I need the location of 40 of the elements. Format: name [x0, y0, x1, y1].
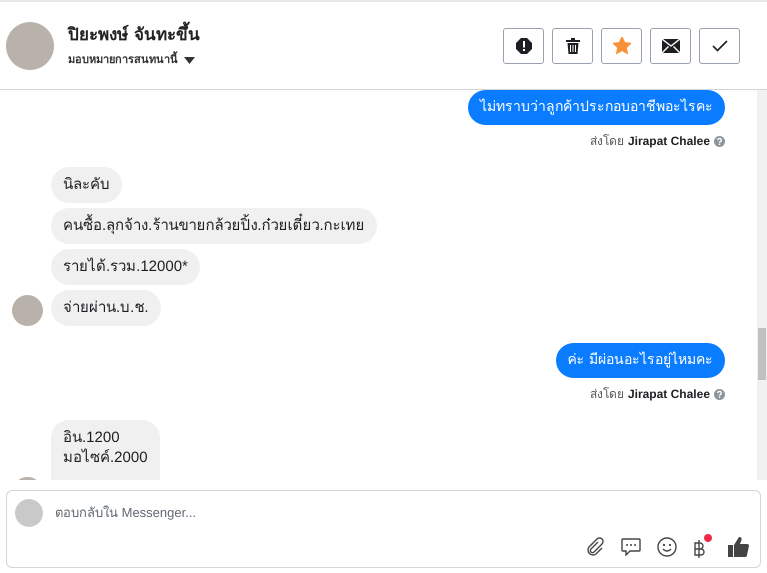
message-bubble: ไม่ทราบว่าลูกค้าประกอบอาชีพอะไรคะ: [468, 90, 725, 125]
sender-label: ส่งโดย: [590, 386, 624, 403]
caret-icon: [184, 56, 195, 64]
speech-bubble-icon: [621, 538, 641, 556]
message-bubble: จ่ายผ่าน.บ.ช.: [51, 290, 161, 326]
attach-button[interactable]: [585, 536, 605, 556]
help-icon[interactable]: [714, 136, 725, 146]
thumbs-up-icon: [728, 536, 750, 557]
scrollbar[interactable]: [757, 90, 767, 480]
done-button[interactable]: [699, 28, 740, 64]
contact-name: ปิยะพงษ์ จันทะขึ้น: [68, 22, 200, 48]
like-button[interactable]: [728, 536, 750, 557]
trash-icon: [566, 38, 580, 54]
alert-icon: [516, 38, 532, 54]
avatar: [15, 499, 43, 527]
message-line: อิน.1200: [63, 428, 121, 448]
saved-reply-button[interactable]: [621, 538, 641, 556]
mail-button[interactable]: [650, 28, 691, 64]
checkmark-icon: [712, 40, 728, 52]
sender-label: ส่งโดย: [590, 133, 624, 150]
paperclip-icon: [585, 536, 605, 556]
sender-name: Jirapat Chalee: [628, 133, 710, 150]
message-line: มอไซค์.2000: [63, 448, 148, 468]
assign-conversation-dropdown[interactable]: มอบหมายการสนทนานี้: [68, 52, 200, 68]
emoji-icon: [657, 536, 677, 556]
baht-icon: [693, 539, 705, 559]
help-icon[interactable]: [714, 388, 725, 400]
star-button[interactable]: [601, 28, 642, 64]
envelope-icon: [662, 38, 680, 52]
message-bubble: คนซื้อ.ลุกจ้าง.ร้านขายกล้วยปิ้ง.ก๋วยเตี๋ยว.กะเทย: [51, 208, 377, 244]
message-bubble: ค่ะ มีผ่อนอะไรอยู่ไหมคะ: [556, 343, 725, 378]
spam-button[interactable]: [503, 28, 544, 64]
avatar: [12, 295, 43, 326]
sender-name: Jirapat Chalee: [628, 386, 710, 403]
payment-button[interactable]: [693, 534, 712, 559]
message-bubble: นิละคับ: [51, 167, 122, 203]
message-bubble: รายได้.รวม.12000*: [51, 249, 200, 285]
avatar: [6, 22, 54, 70]
delete-button[interactable]: [552, 28, 593, 64]
emoji-button[interactable]: [657, 536, 677, 556]
